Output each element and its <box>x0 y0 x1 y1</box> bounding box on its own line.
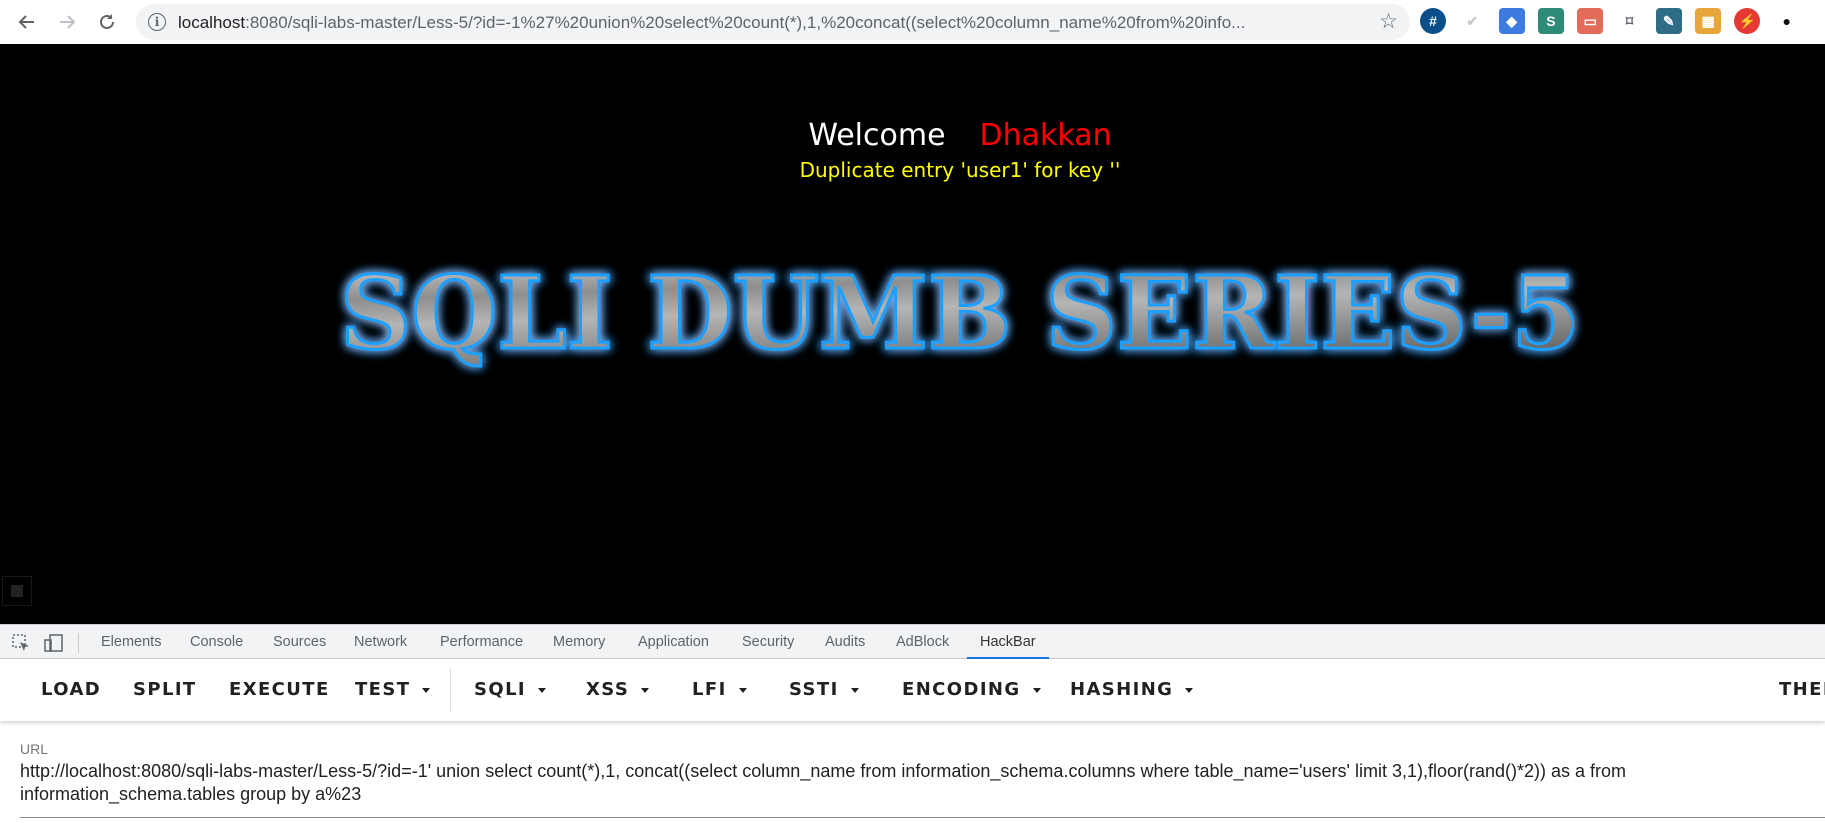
sqli-label: SQLI <box>474 679 527 700</box>
bookmark-icon[interactable]: ⌑ <box>1616 8 1642 34</box>
load-button[interactable]: LOAD <box>41 678 101 702</box>
lightning-icon[interactable]: ⚡ <box>1734 8 1761 34</box>
tab-application[interactable]: Application <box>638 625 709 659</box>
caret-down-icon <box>850 687 859 693</box>
tab-adblock[interactable]: AdBlock <box>896 625 949 659</box>
extension-icons: # ✔ ◆ S ▭ ⌑ ✎ ▦ ⚡ ● <box>1420 8 1813 36</box>
error-message: Duplicate entry 'user1' for key '' <box>799 158 1121 182</box>
reload-icon[interactable] <box>92 8 122 36</box>
xss-label: XSS <box>586 679 630 700</box>
tab-elements[interactable]: Elements <box>101 625 161 659</box>
caret-down-icon <box>422 687 431 693</box>
load-label: LOAD <box>41 679 102 700</box>
page-corner-widget <box>2 576 32 606</box>
tab-hackbar[interactable]: HackBar <box>967 625 1049 659</box>
tab-network[interactable]: Network <box>354 625 407 659</box>
welcome-text: Welcome <box>808 118 946 153</box>
tab-sources[interactable]: Sources <box>273 625 326 659</box>
url-host: localhost <box>178 13 246 32</box>
address-bar[interactable]: i localhost:8080/sqli-labs-master/Less-5… <box>136 4 1410 40</box>
tab-performance[interactable]: Performance <box>440 625 523 659</box>
s-extension-icon[interactable]: S <box>1537 8 1564 34</box>
bookmark-star-icon[interactable]: ☆ <box>1379 9 1398 34</box>
toolbar-separator <box>450 669 451 711</box>
caret-down-icon <box>641 687 650 693</box>
series-banner: SQLI DUMB SERIES-5 <box>339 256 1582 374</box>
test-label: TEST <box>355 679 411 700</box>
browser-toolbar: i localhost:8080/sqli-labs-master/Less-5… <box>0 0 1825 44</box>
theme-button[interactable]: THEM <box>1779 678 1825 702</box>
device-toolbar-icon[interactable] <box>44 634 63 652</box>
execute-button[interactable]: EXECUTE <box>229 678 330 702</box>
encoding-label: ENCODING <box>902 679 1021 700</box>
site-info-icon[interactable]: i <box>148 13 166 31</box>
encoding-dropdown[interactable]: ENCODING <box>902 678 1041 702</box>
tab-console[interactable]: Console <box>190 625 243 659</box>
username-text: Dhakkan <box>979 118 1112 153</box>
caret-down-icon <box>738 687 747 693</box>
test-dropdown[interactable]: TEST <box>355 678 431 702</box>
devtools-separator <box>78 633 79 653</box>
caret-down-icon <box>1185 687 1194 693</box>
lfi-label: LFI <box>692 679 727 700</box>
inspect-element-icon[interactable] <box>12 634 30 652</box>
forward-arrow-icon[interactable] <box>52 8 82 36</box>
devtools-tab-bar: Elements Console Sources Network Perform… <box>0 624 1825 659</box>
split-button[interactable]: SPLIT <box>133 678 197 702</box>
url-field-underline <box>20 817 1825 818</box>
pdf-extension-icon[interactable]: ▭ <box>1577 8 1604 34</box>
url-path: :8080/sqli-labs-master/Less-5/?id=-1%27%… <box>245 13 1246 32</box>
theme-label: THEM <box>1779 679 1825 700</box>
shield-extension-icon[interactable]: ◆ <box>1498 8 1525 34</box>
hashing-label: HASHING <box>1070 679 1174 700</box>
welcome-line: Welcome Dhakkan <box>0 118 1825 154</box>
url-field-label: URL <box>20 741 49 757</box>
hackbar-panel: LOAD SPLIT EXECUTE TEST SQLI XSS LFI SST… <box>0 659 1825 823</box>
check-icon[interactable]: ✔ <box>1459 8 1485 34</box>
caret-down-icon <box>1032 687 1041 693</box>
tab-memory[interactable]: Memory <box>553 625 605 659</box>
ssti-label: SSTI <box>789 679 839 700</box>
xss-dropdown[interactable]: XSS <box>586 678 650 702</box>
hackbar-toolbar: LOAD SPLIT EXECUTE TEST SQLI XSS LFI SST… <box>0 659 1825 721</box>
address-url[interactable]: localhost:8080/sqli-labs-master/Less-5/?… <box>178 13 1348 33</box>
url-textarea[interactable]: http://localhost:8080/sqli-labs-master/L… <box>20 760 1825 806</box>
sqli-dropdown[interactable]: SQLI <box>474 678 547 702</box>
page-content: Welcome Dhakkan Duplicate entry 'user1' f… <box>0 44 1825 624</box>
back-arrow-icon[interactable] <box>12 8 42 36</box>
tab-audits[interactable]: Audits <box>825 625 865 659</box>
caret-down-icon <box>538 687 547 693</box>
tab-security[interactable]: Security <box>742 625 794 659</box>
banner-text: SQLI DUMB SERIES-5 <box>340 256 1580 372</box>
color-grid-icon[interactable]: ▦ <box>1695 8 1722 34</box>
pencil-extension-icon[interactable]: ✎ <box>1655 8 1682 34</box>
lfi-dropdown[interactable]: LFI <box>692 678 747 702</box>
split-label: SPLIT <box>133 679 197 700</box>
hash-icon[interactable]: # <box>1420 8 1446 34</box>
ssti-dropdown[interactable]: SSTI <box>789 678 859 702</box>
circle-extension-icon[interactable]: ● <box>1774 8 1800 34</box>
hashing-dropdown[interactable]: HASHING <box>1070 678 1194 702</box>
execute-label: EXECUTE <box>229 679 330 700</box>
